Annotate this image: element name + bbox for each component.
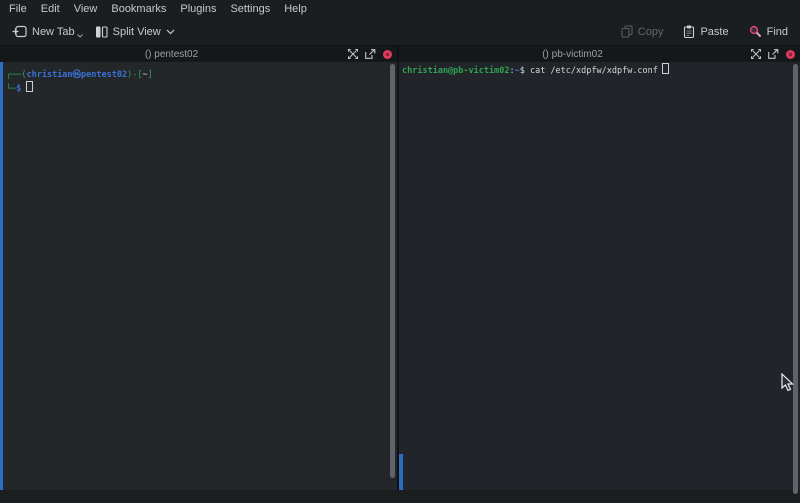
- detach-view-icon[interactable]: [365, 49, 376, 59]
- prompt-line-1: ┌──(christian㉿pentest02)-[~]: [6, 69, 397, 81]
- paste-label: Paste: [700, 26, 728, 38]
- terminal-cursor: [26, 81, 33, 92]
- new-tab-icon: [12, 25, 27, 38]
- split-headers: () pentest02 () pb-victim02: [0, 45, 800, 62]
- window-bottom-strip: [0, 490, 800, 503]
- paste-button[interactable]: Paste: [677, 21, 734, 43]
- prompt-frame-open: ┌──(: [6, 70, 26, 80]
- left-split-header[interactable]: () pentest02: [0, 46, 397, 62]
- toolbar: New Tab Split View Copy: [0, 18, 800, 45]
- menu-view[interactable]: View: [67, 3, 105, 15]
- menu-bar: File Edit View Bookmarks Plugins Setting…: [0, 0, 800, 18]
- maximize-view-icon[interactable]: [348, 49, 358, 59]
- prompt-symbol: $: [520, 66, 530, 76]
- toolbar-right-group: Copy Paste Find: [615, 21, 794, 43]
- find-label: Find: [767, 26, 788, 38]
- maximize-view-icon[interactable]: [751, 49, 761, 59]
- copy-label: Copy: [638, 26, 664, 38]
- prompt-user-host: christian㉿pentest02: [26, 70, 127, 80]
- right-split-header[interactable]: () pb-victim02: [399, 46, 800, 62]
- right-pane-scrollbar[interactable]: [793, 64, 798, 494]
- close-view-button[interactable]: [383, 50, 392, 59]
- prompt-frame-mid: )-[: [127, 70, 142, 80]
- menu-bookmarks[interactable]: Bookmarks: [104, 3, 173, 15]
- terminal-pane-pb-victim02[interactable]: christian@pb-victim02:~$ cat /etc/xdpfw/…: [399, 62, 800, 503]
- menu-plugins[interactable]: Plugins: [173, 3, 223, 15]
- prompt-frame-close: ]: [148, 70, 153, 80]
- command-text: cat /etc/xdpfw/xdpfw.conf: [530, 66, 658, 76]
- menu-file[interactable]: File: [2, 3, 34, 15]
- paste-icon: [683, 25, 695, 38]
- prompt-frame-bottom: └─: [6, 84, 16, 94]
- split-view-button[interactable]: Split View: [89, 21, 181, 43]
- menu-edit[interactable]: Edit: [34, 3, 67, 15]
- right-split-title: () pb-victim02: [542, 49, 603, 60]
- split-view-chevron-down-icon[interactable]: [166, 29, 175, 35]
- prompt-line: christian@pb-victim02:~$ cat /etc/xdpfw/…: [402, 63, 800, 77]
- prompt-user-host: christian@pb-victim02: [402, 66, 509, 76]
- prompt-symbol: $: [16, 84, 21, 94]
- scroll-highlight-bar: [0, 62, 3, 490]
- menu-help[interactable]: Help: [277, 3, 314, 15]
- new-tab-dropdown-arrow-icon[interactable]: [77, 34, 83, 38]
- mouse-cursor: [781, 373, 795, 393]
- detach-view-icon[interactable]: [768, 49, 779, 59]
- find-icon: [749, 25, 762, 38]
- copy-icon: [621, 25, 633, 38]
- terminal-cursor: [662, 63, 669, 74]
- prompt-line-2: └─$: [6, 81, 397, 95]
- find-button[interactable]: Find: [743, 21, 794, 43]
- new-tab-label: New Tab: [32, 26, 75, 38]
- terminal-area: ┌──(christian㉿pentest02)-[~] └─$ christi…: [0, 62, 800, 503]
- new-tab-button[interactable]: New Tab: [6, 21, 89, 43]
- copy-button[interactable]: Copy: [615, 21, 670, 43]
- close-view-button[interactable]: [786, 50, 795, 59]
- left-pane-scrollbar[interactable]: [390, 64, 395, 478]
- menu-settings[interactable]: Settings: [223, 3, 277, 15]
- terminal-pane-pentest02[interactable]: ┌──(christian㉿pentest02)-[~] └─$: [0, 62, 397, 503]
- split-view-icon: [95, 26, 108, 38]
- split-view-label: Split View: [113, 26, 161, 38]
- scroll-highlight-bar: [399, 454, 403, 490]
- left-split-title: () pentest02: [145, 49, 198, 60]
